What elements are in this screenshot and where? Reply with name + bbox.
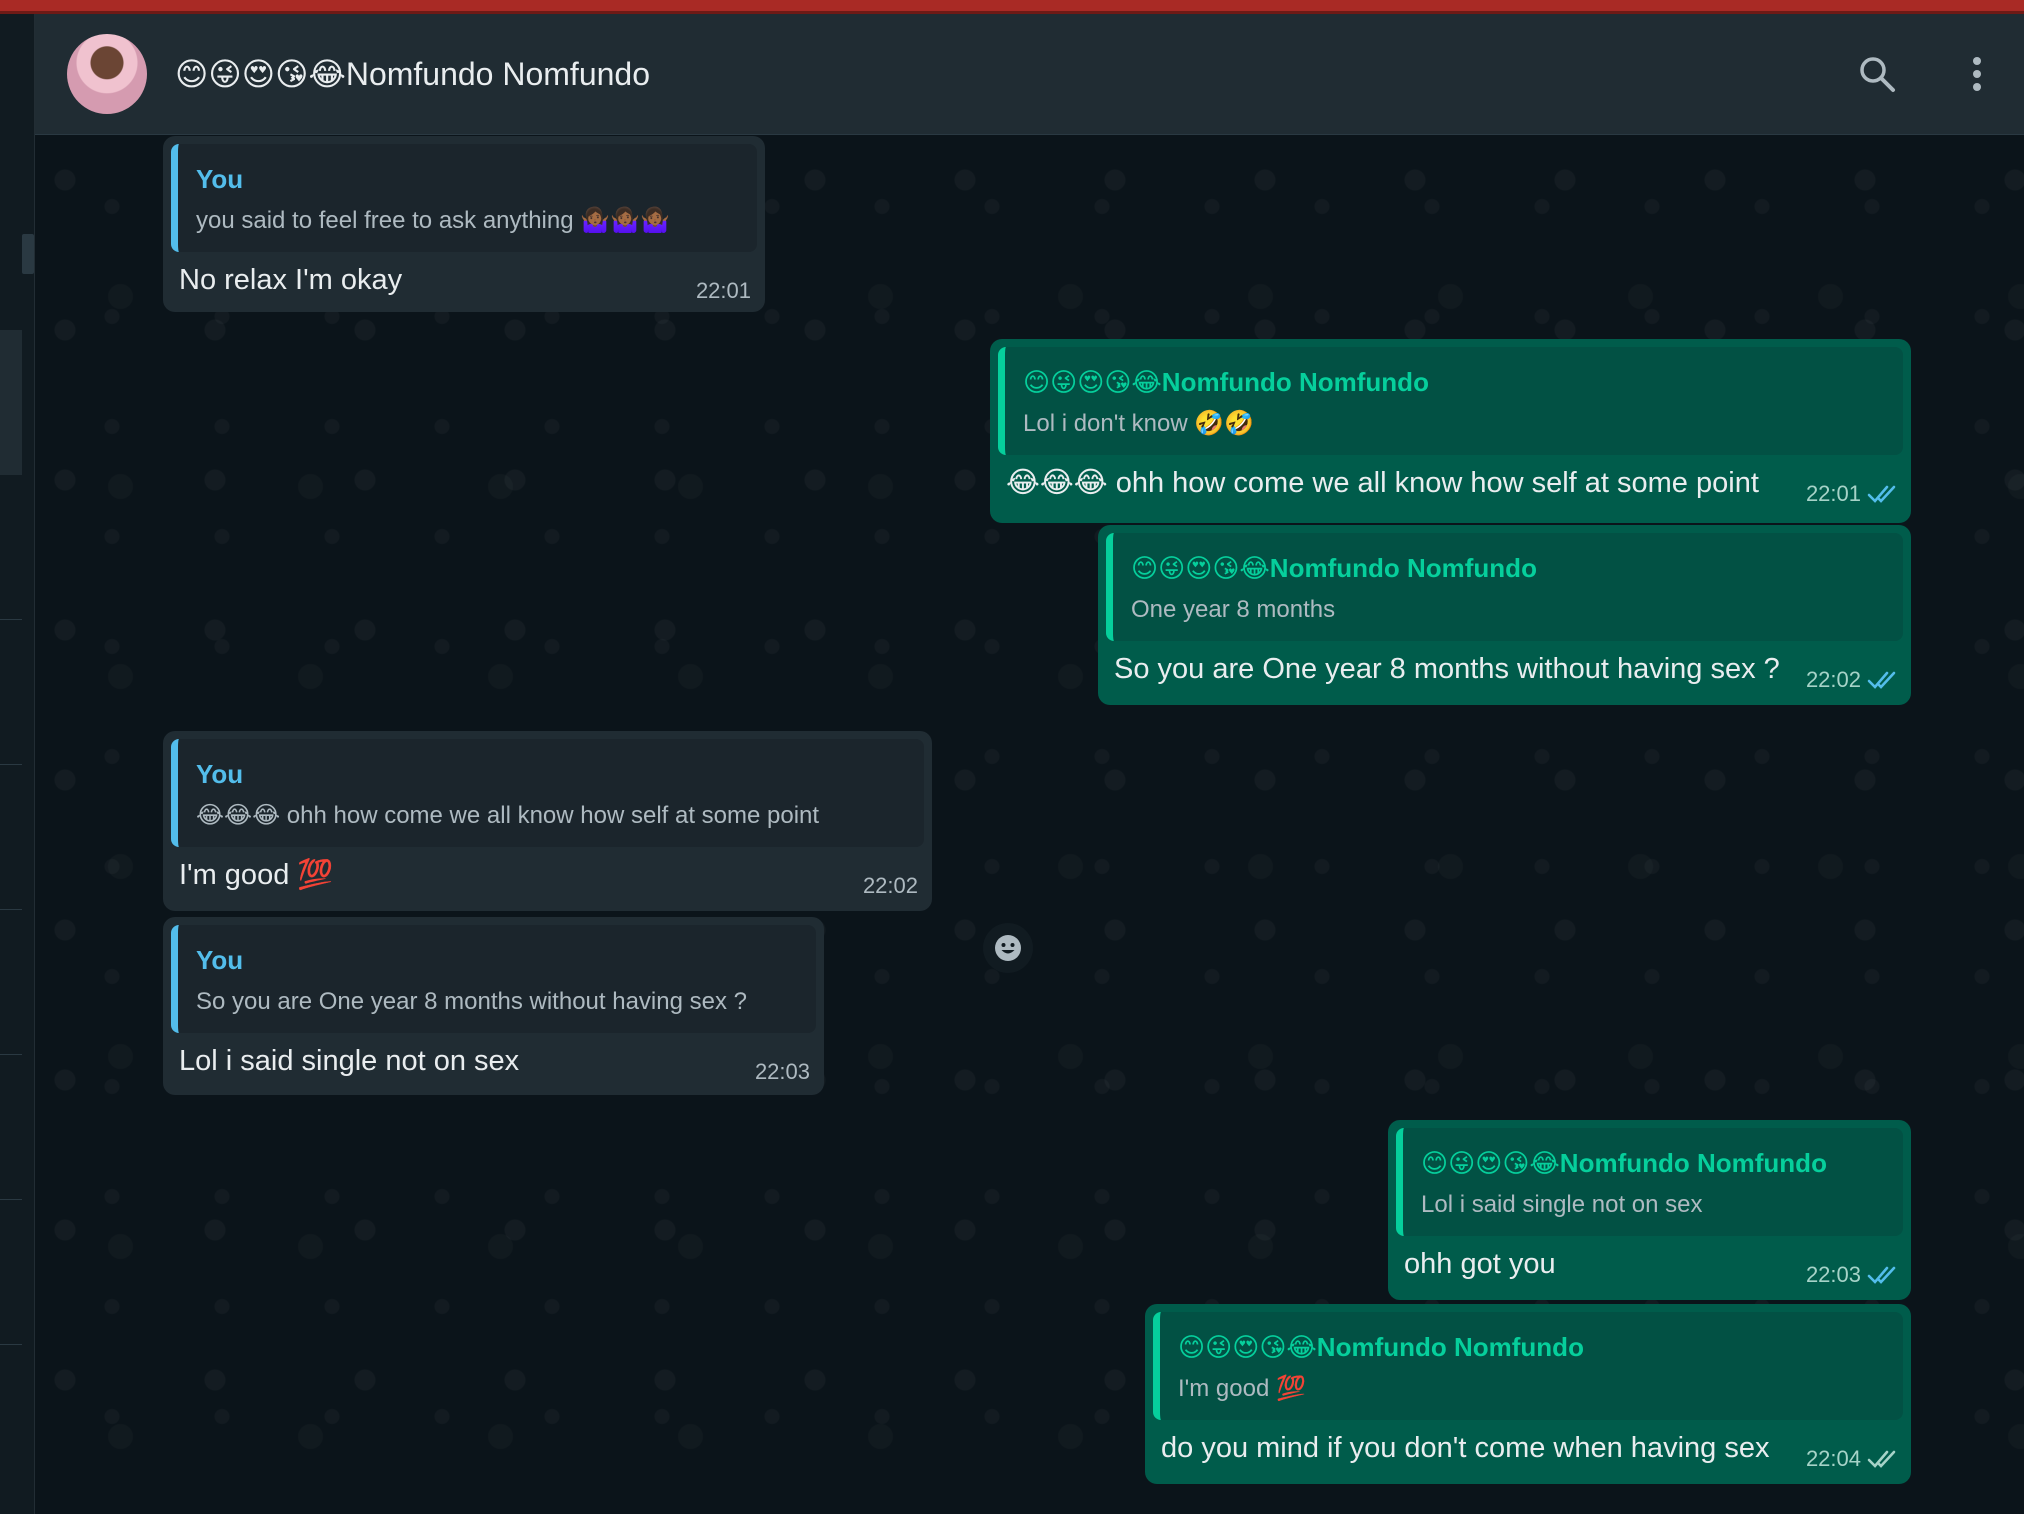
message-bubble-incoming[interactable]: You 😂😂😂 ohh how come we all know how sel… xyxy=(163,731,932,911)
message-text: No relax I'm okay xyxy=(179,264,403,296)
selected-chat-edge[interactable] xyxy=(0,330,22,475)
quote-text: I'm good 💯 xyxy=(1178,1375,1306,1402)
read-double-check-icon xyxy=(1867,671,1896,689)
avatar[interactable] xyxy=(67,34,147,114)
message-text: 😂😂😂 ohh how come we all know how self at… xyxy=(1006,467,1759,499)
quoted-message[interactable]: You So you are One year 8 months without… xyxy=(171,925,816,1033)
message-text: do you mind if you don't come when havin… xyxy=(1161,1432,1770,1464)
quote-author: 😊😜😍😘😂Nomfundo Nomfundo xyxy=(1131,553,1537,583)
quote-author: You xyxy=(196,164,244,194)
message-bubble-incoming[interactable]: You you said to feel free to ask anythin… xyxy=(163,136,765,312)
message-time: 22:01 xyxy=(695,278,751,303)
reaction-button[interactable] xyxy=(983,923,1033,973)
quoted-message[interactable]: 😊😜😍😘😂Nomfundo Nomfundo Lol i said single… xyxy=(1396,1128,1903,1236)
list-divider xyxy=(0,1344,22,1345)
read-double-check-icon xyxy=(1867,485,1896,503)
message-text: So you are One year 8 months without hav… xyxy=(1114,653,1780,685)
message-time: 22:03 xyxy=(754,1059,810,1084)
list-divider xyxy=(0,1054,22,1055)
quote-text: So you are One year 8 months without hav… xyxy=(196,988,747,1015)
contact-name[interactable]: 😊😜😍😘😂Nomfundo Nomfundo xyxy=(175,52,650,96)
quote-text: 😂😂😂 ohh how come we all know how self at… xyxy=(196,802,820,829)
quote-author: You xyxy=(196,945,244,975)
chat-header[interactable]: 😊😜😍😘😂Nomfundo Nomfundo xyxy=(35,14,2024,135)
quote-author: 😊😜😍😘😂Nomfundo Nomfundo xyxy=(1421,1148,1827,1178)
quote-text: you said to feel free to ask anything 🤷🏾… xyxy=(196,207,670,234)
message-bubble-outgoing[interactable]: 😊😜😍😘😂Nomfundo Nomfundo Lol i said single… xyxy=(1388,1120,1911,1300)
message-bubble-outgoing[interactable]: 😊😜😍😘😂Nomfundo Nomfundo Lol i don't know … xyxy=(990,339,1911,523)
message-time: 22:02 xyxy=(1806,667,1897,693)
smiley-icon xyxy=(995,935,1021,961)
quoted-message[interactable]: 😊😜😍😘😂Nomfundo Nomfundo One year 8 months xyxy=(1106,533,1903,641)
quote-text: One year 8 months xyxy=(1131,596,1336,623)
message-time: 22:03 xyxy=(1806,1262,1897,1288)
list-divider xyxy=(0,619,22,620)
quote-text: Lol i don't know 🤣🤣 xyxy=(1023,410,1255,437)
vertical-dots-icon[interactable] xyxy=(1957,54,1997,94)
chat-list-edge xyxy=(0,14,35,1514)
message-bubble-outgoing[interactable]: 😊😜😍😘😂Nomfundo Nomfundo One year 8 months… xyxy=(1098,525,1911,705)
search-icon[interactable] xyxy=(1857,54,1897,94)
quoted-message[interactable]: 😊😜😍😘😂Nomfundo Nomfundo Lol i don't know … xyxy=(998,347,1903,455)
list-divider xyxy=(0,909,22,910)
message-time: 22:02 xyxy=(862,873,918,898)
quote-author: You xyxy=(196,759,244,789)
message-bubble-outgoing[interactable]: 😊😜😍😘😂Nomfundo Nomfundo I'm good 💯 do you… xyxy=(1145,1304,1911,1484)
message-bubble-incoming[interactable]: You So you are One year 8 months without… xyxy=(163,917,824,1095)
message-text: ohh got you xyxy=(1404,1248,1556,1280)
message-pane[interactable]: You you said to feel free to ask anythin… xyxy=(35,135,2024,1514)
quoted-message[interactable]: You you said to feel free to ask anythin… xyxy=(171,144,757,252)
quoted-message[interactable]: 😊😜😍😘😂Nomfundo Nomfundo I'm good 💯 xyxy=(1153,1312,1903,1420)
quote-text: Lol i said single not on sex xyxy=(1421,1191,1703,1218)
scroll-marker xyxy=(22,234,34,274)
quote-author: 😊😜😍😘😂Nomfundo Nomfundo xyxy=(1023,367,1429,397)
quote-author: 😊😜😍😘😂Nomfundo Nomfundo xyxy=(1178,1332,1584,1362)
read-double-check-icon xyxy=(1867,1266,1896,1284)
message-time: 22:04 xyxy=(1806,1446,1897,1472)
window-top-bar xyxy=(0,0,2024,14)
message-text: Lol i said single not on sex xyxy=(179,1045,520,1077)
message-time: 22:01 xyxy=(1806,481,1897,507)
message-text: I'm good 💯 xyxy=(179,859,334,891)
delivered-double-check-icon xyxy=(1867,1450,1896,1468)
list-divider xyxy=(0,1199,22,1200)
list-divider xyxy=(0,764,22,765)
quoted-message[interactable]: You 😂😂😂 ohh how come we all know how sel… xyxy=(171,739,924,847)
